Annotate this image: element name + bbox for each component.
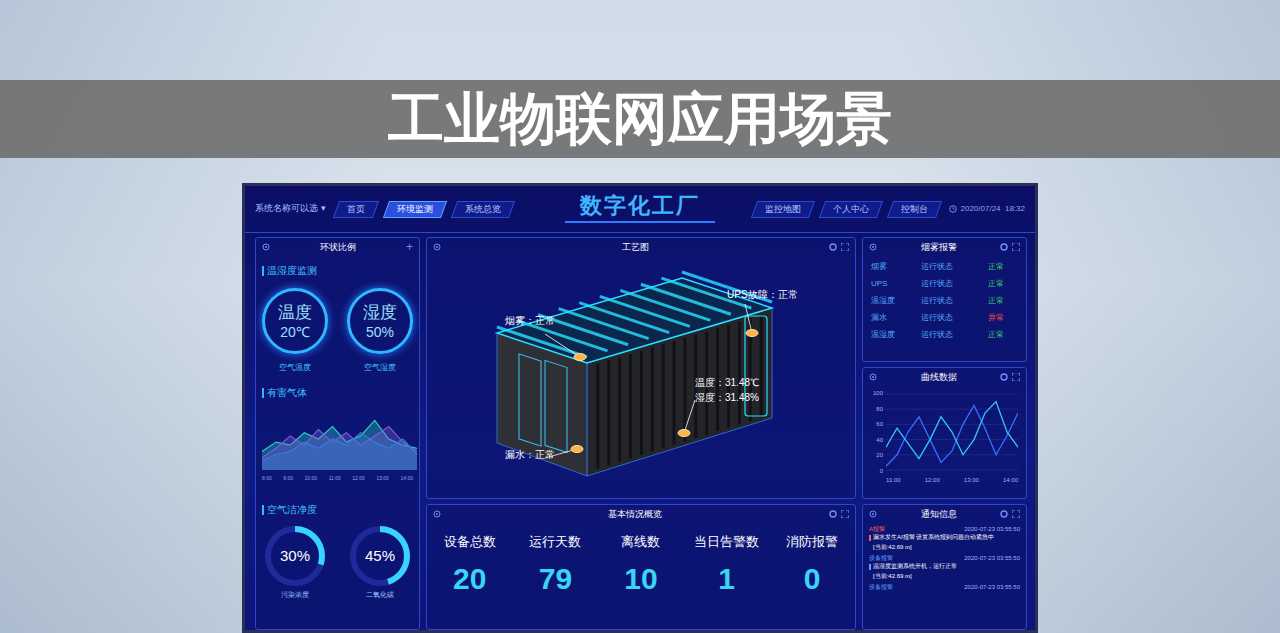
target-icon xyxy=(433,510,441,518)
x-axis: 11:0012:0013:0014:00 xyxy=(869,477,1020,483)
ring-gauge: 30% 污染浓度 xyxy=(262,523,328,598)
nav-tab[interactable]: 个人中心 xyxy=(819,201,883,218)
stat-item: 设备总数20 xyxy=(427,535,513,594)
sensor-label: 漏水：正常 xyxy=(505,450,555,460)
expand-icon[interactable] xyxy=(841,510,849,518)
title-banner: 工业物联网应用场景 xyxy=(0,80,1280,158)
panel-title: 环状比例 xyxy=(320,243,356,252)
slide-title: 工业物联网应用场景 xyxy=(388,91,892,147)
slide: 工业物联网应用场景系统名称可以选 ▾ 首页环境监测系统总览 数字化工厂 监控地图个人中… xyxy=(0,0,1280,633)
panel-tools xyxy=(1000,510,1020,518)
stat-item: 运行天数79 xyxy=(513,535,599,594)
panel-header: 通知信息 xyxy=(863,505,1026,523)
ring-ratio-panel: 环状比例 + 温湿度监测温度20℃空气温度湿度50%空气湿度有害气体 8:009:00… xyxy=(255,237,420,630)
panel-title: 烟雾报警 xyxy=(921,243,957,252)
panel-tools xyxy=(829,510,849,518)
humiture-gauge: 温度20℃空气温度 xyxy=(262,288,328,372)
panel-title: 通知信息 xyxy=(921,510,957,519)
expand-icon[interactable] xyxy=(841,243,849,251)
nav-tab[interactable]: 环境监测 xyxy=(382,201,446,218)
y-axis: 100806040200 xyxy=(869,390,883,474)
nav-tab[interactable]: 监控地图 xyxy=(751,201,815,218)
expand-icon[interactable] xyxy=(1012,243,1020,251)
nav-tab[interactable]: 系统总览 xyxy=(450,201,514,218)
curve-plot xyxy=(886,390,1018,474)
sensor-label: 温度：31.48℃ xyxy=(695,378,759,388)
gear-icon[interactable] xyxy=(829,510,837,518)
notice-item: 设备报警2020-07-23 03:55:50 xyxy=(869,584,1020,590)
curve-series xyxy=(886,405,1018,466)
ring-caption: 二氧化碳 xyxy=(366,591,394,598)
sensor-label: 烟雾：正常 xyxy=(505,316,555,326)
gas-wave-chart xyxy=(262,408,417,470)
panel-header: 烟雾报警 xyxy=(863,238,1026,256)
notice-panel: 通知信息 A报警2020-07-23 03:55:50漏水发生AI报警 设置系统报… xyxy=(862,504,1027,630)
section-title: 温湿度监测 xyxy=(262,264,413,278)
target-icon xyxy=(869,373,877,381)
alarm-row: 温湿度运行状态正常 xyxy=(871,292,1018,309)
panel-header: 基本情况概览 xyxy=(427,505,855,523)
system-selector[interactable]: 系统名称可以选 ▾ xyxy=(255,202,326,216)
clock-icon xyxy=(949,205,957,213)
gear-icon[interactable] xyxy=(1000,510,1008,518)
process-panel: 工艺图烟雾：正常 UPS故障：正常温度：31.48℃ 湿度：31.48% 漏水：正常 xyxy=(426,237,856,499)
target-icon xyxy=(869,243,877,251)
stat-item: 离线数10 xyxy=(598,535,684,594)
section-title: 空气洁净度 xyxy=(262,503,413,517)
panel-tools xyxy=(1000,243,1020,251)
panel-header: 曲线数据 xyxy=(863,368,1026,386)
notice-item: 设备报警2020-07-23 03:55:50温湿度监测系统开机，运行正常[当前… xyxy=(869,555,1020,579)
expand-icon[interactable] xyxy=(1012,510,1020,518)
humiture-gauge: 湿度50%空气湿度 xyxy=(347,288,413,372)
panel-header: 工艺图 xyxy=(427,238,855,256)
target-icon xyxy=(433,243,441,251)
dashboard-title: 数字化工厂 xyxy=(580,195,700,217)
add-button[interactable]: + xyxy=(406,241,413,253)
dashboard-header: 系统名称可以选 ▾ 首页环境监测系统总览 数字化工厂 监控地图个人中心控制台 2020/… xyxy=(245,186,1035,233)
alarm-row: 烟雾运行状态正常 xyxy=(871,258,1018,275)
gas-series xyxy=(262,420,417,470)
gear-icon[interactable] xyxy=(829,243,837,251)
stat-item: 消防报警0 xyxy=(769,535,855,594)
curve-chart: 100806040200 11:0012:0013:0014:00 xyxy=(863,386,1026,483)
nav-tab[interactable]: 控制台 xyxy=(887,201,942,218)
ring-value: 45% xyxy=(347,523,413,589)
target-icon xyxy=(869,510,877,518)
ring-value: 30% xyxy=(262,523,328,589)
notice-item: A报警2020-07-23 03:55:50漏水发生AI报警 设置系统报到问题自… xyxy=(869,526,1020,550)
gas-series xyxy=(262,433,417,470)
alarm-row: 温湿度运行状态正常 xyxy=(871,326,1018,343)
section-title: 有害气体 xyxy=(262,386,413,400)
panel-title: 工艺图 xyxy=(622,243,649,252)
expand-icon[interactable] xyxy=(1012,373,1020,381)
nav-tab[interactable]: 首页 xyxy=(332,201,378,218)
alarm-row: UPS运行状态正常 xyxy=(871,275,1018,292)
factory-building-drawing xyxy=(427,238,856,499)
panel-title: 曲线数据 xyxy=(921,373,957,382)
curve-data-panel: 曲线数据 100806040200 11:0012:0013:0014:00 xyxy=(862,367,1027,499)
ring-gauge: 45% 二氧化碳 xyxy=(347,523,413,598)
dashboard-screenshot: 系统名称可以选 ▾ 首页环境监测系统总览 数字化工厂 监控地图个人中心控制台 2020/… xyxy=(242,183,1038,633)
panel-tools xyxy=(829,243,849,251)
alarm-row: 漏水运行状态异常 xyxy=(871,309,1018,326)
gear-icon[interactable] xyxy=(1000,373,1008,381)
overview-panel: 基本情况概览设备总数20运行天数79离线数10当日告警数1消防报警0 xyxy=(426,504,856,630)
gas-series xyxy=(262,427,417,470)
sensor-label: UPS故障：正常 xyxy=(727,290,798,300)
curve-series xyxy=(886,402,1018,459)
gas-x-axis: 8:009:0010:0011:0012:0013:0014:00 xyxy=(262,476,413,481)
sensor-label: 湿度：31.48% xyxy=(695,393,759,403)
ring-caption: 污染浓度 xyxy=(281,591,309,598)
panel-tools xyxy=(1000,373,1020,381)
dashboard-title-frame: 数字化工厂 xyxy=(543,195,737,223)
stat-item: 当日告警数1 xyxy=(684,535,770,594)
panel-header: 环状比例 + xyxy=(256,238,419,256)
panel-title: 基本情况概览 xyxy=(608,510,662,519)
smoke-alarm-panel: 烟雾报警烟雾运行状态正常UPS运行状态正常温湿度运行状态正常漏水运行状态异常温湿… xyxy=(862,237,1027,362)
target-icon xyxy=(262,243,270,251)
datetime: 2020/07/24 18:32 xyxy=(949,203,1025,215)
gear-icon[interactable] xyxy=(1000,243,1008,251)
